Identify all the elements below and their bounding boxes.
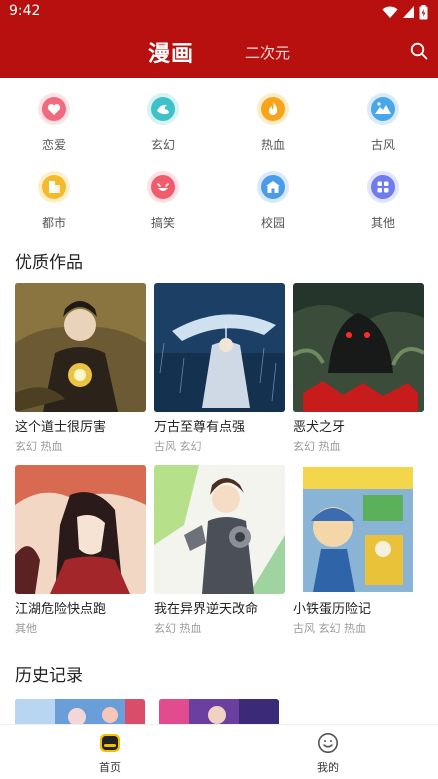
category-fantasy[interactable]: 玄幻	[123, 92, 203, 153]
category-campus[interactable]: 校园	[233, 170, 313, 231]
category-other[interactable]: 其他	[343, 170, 423, 231]
comic-title: 这个道士很厉害	[15, 420, 107, 435]
comic-card[interactable]: 小铁蛋历险记 古风 玄幻 热血	[293, 465, 424, 636]
featured-section-title: 优质作品	[15, 253, 83, 273]
comic-card[interactable]: 江湖危险快点跑 其他	[15, 465, 146, 636]
history-cover-image[interactable]	[15, 699, 145, 724]
comic-tags: 古风 玄幻	[154, 440, 202, 453]
smile-face-icon	[318, 733, 338, 753]
comic-cover-image	[293, 283, 424, 412]
system-icons	[382, 4, 428, 20]
category-urban[interactable]: 都市	[14, 170, 94, 231]
status-time: 9:42	[9, 3, 41, 19]
category-ancient[interactable]: 古风	[343, 92, 423, 153]
nav-home-label: 首页	[99, 761, 121, 774]
tab-anime[interactable]: 二次元	[245, 42, 290, 63]
nav-home[interactable]: 首页	[80, 732, 140, 775]
history-cover-image[interactable]	[159, 699, 279, 724]
school-icon	[257, 171, 289, 203]
nav-me-label: 我的	[317, 761, 339, 774]
category-comedy[interactable]: 搞笑	[123, 170, 203, 231]
comic-cover-image	[154, 465, 285, 594]
bottom-navigation: 首页 我的	[0, 724, 438, 779]
comic-title: 江湖危险快点跑	[15, 602, 107, 617]
comic-tags: 古风 玄幻 热血	[293, 622, 366, 635]
category-label: 热血	[260, 138, 285, 152]
status-bar: 9:42	[0, 0, 438, 24]
search-icon[interactable]	[410, 42, 428, 60]
heart-icon	[38, 93, 70, 125]
comic-cover-image	[293, 465, 424, 594]
category-romance[interactable]: 恋爱	[14, 92, 94, 153]
category-label: 搞笑	[150, 216, 175, 230]
history-section-title: 历史记录	[15, 666, 83, 686]
comic-cover-image	[15, 465, 146, 594]
home-content[interactable]: 恋爱 玄幻 热血 古风 都市 搞笑 校园 其他 优质作品 这个道士很厉害 玄幻 …	[0, 78, 438, 724]
comic-tags: 其他	[15, 622, 37, 635]
comic-title: 我在异界逆天改命	[154, 602, 259, 617]
comic-cover-image	[154, 283, 285, 412]
signal-icon	[403, 6, 414, 18]
landscape-icon	[367, 93, 399, 125]
comic-title: 小铁蛋历险记	[293, 602, 372, 617]
category-label: 都市	[41, 216, 66, 230]
category-label: 恋爱	[41, 138, 66, 152]
category-label: 校园	[260, 216, 285, 230]
comic-card[interactable]: 这个道士很厉害 玄幻 热血	[15, 283, 146, 454]
swirl-icon	[147, 93, 179, 125]
comic-title: 恶犬之牙	[293, 420, 346, 435]
category-label: 古风	[370, 138, 395, 152]
wifi-icon	[382, 6, 398, 18]
nav-me[interactable]: 我的	[298, 732, 358, 775]
tab-comics[interactable]: 漫画	[148, 36, 194, 68]
comic-card[interactable]: 我在异界逆天改命 玄幻 热血	[154, 465, 285, 636]
category-action[interactable]: 热血	[233, 92, 313, 153]
flame-icon	[257, 93, 289, 125]
comic-tags: 玄幻 热血	[15, 440, 63, 453]
comic-cover-image	[15, 283, 146, 412]
category-label: 其他	[370, 216, 395, 230]
battery-icon	[419, 4, 428, 19]
comic-title: 万古至尊有点强	[154, 420, 246, 435]
comic-tags: 玄幻 热血	[293, 440, 341, 453]
category-label: 玄幻	[150, 138, 175, 152]
home-face-icon	[100, 734, 120, 752]
comic-card[interactable]: 万古至尊有点强 古风 玄幻	[154, 283, 285, 454]
comic-tags: 玄幻 热血	[154, 622, 202, 635]
app-bar: 漫画 二次元	[0, 24, 438, 78]
grid-icon	[367, 171, 399, 203]
building-icon	[38, 171, 70, 203]
comic-card[interactable]: 恶犬之牙 玄幻 热血	[293, 283, 424, 454]
laugh-face-icon	[147, 171, 179, 203]
